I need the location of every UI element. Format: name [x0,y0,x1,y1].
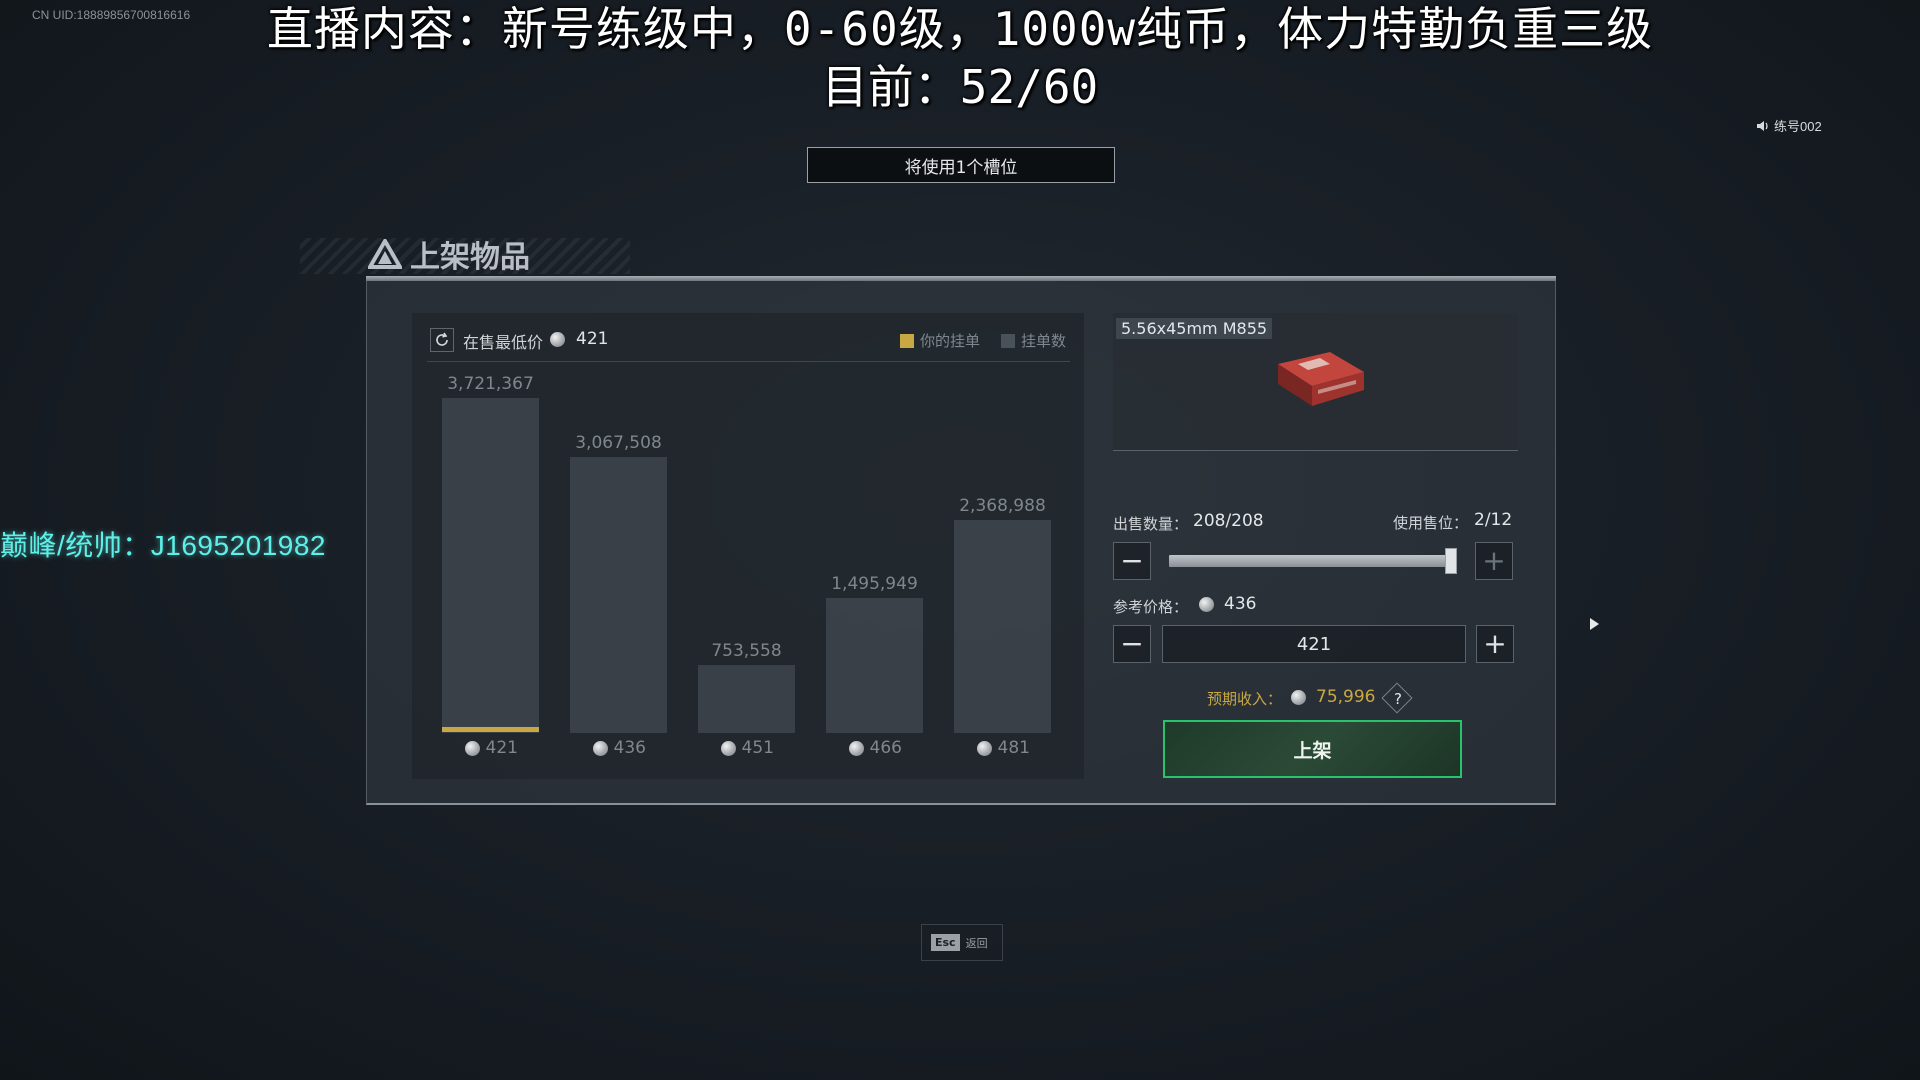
refresh-button[interactable] [430,328,454,352]
esc-key-badge: Esc [931,934,960,951]
coin-icon [464,740,480,756]
refresh-icon [436,332,448,346]
ref-price-value: 436 [1224,594,1257,614]
panel-header: 上架物品 [368,232,530,276]
side-overlay-text: 巅峰/统帅：J1695201982 [0,530,327,561]
category-value: 451 [741,738,774,758]
chart-bar [826,598,923,733]
coin-icon [848,740,864,756]
ammo-box-image [1278,352,1364,406]
slots-value: 2/12 [1474,510,1513,530]
price-input[interactable]: 421 [1162,625,1466,663]
list-button-label: 上架 [1293,739,1332,762]
chart-bar [442,398,539,733]
ref-price-label: 参考价格： [1113,598,1189,616]
category-value: 436 [613,738,646,758]
sell-qty-value: 208/208 [1193,511,1264,531]
qty-decrease-button[interactable]: − [1113,542,1151,580]
legend-listing-count-label: 挂单数 [1021,332,1067,350]
category-tick-label: 451 [720,738,774,758]
plus-icon: + [1482,544,1506,577]
legend-swatch-count [1001,333,1015,348]
chart-bar [570,457,667,733]
voice-label: 练号002 [1774,119,1822,134]
chart-bar [954,520,1051,733]
category-tick-label: 421 [464,738,518,758]
lowest-price-value: 421 [576,329,609,349]
minus-icon: − [1120,544,1144,577]
mouse-cursor-icon [1590,618,1599,630]
plus-icon: + [1483,627,1507,660]
legend-your-listing-label: 你的挂单 [920,332,981,350]
coin-icon [592,740,608,756]
chart-bar [698,665,795,733]
help-question-mark[interactable]: ? [1387,688,1409,710]
stream-title-line1: 直播内容：新号练级中，0-60级，1000w纯币，体力特勤负重三级 [266,2,1654,56]
legend-your-listing: 你的挂单 [900,330,980,351]
expected-income-value: 75,996 [1316,687,1376,707]
bar-value-label: 753,558 [711,641,782,661]
qty-slider-handle[interactable] [1445,548,1457,574]
category-tick-label: 436 [592,738,646,758]
bar-value-label: 2,368,988 [959,496,1046,516]
stream-title-line2: 目前：52/60 [821,60,1099,114]
back-label: 返回 [965,936,988,950]
price-increase-button[interactable]: + [1476,625,1514,663]
bar-value-label: 3,721,367 [447,374,534,394]
item-name: 5.56x45mm M855 [1116,318,1273,339]
qty-increase-button[interactable]: + [1475,542,1513,580]
voice-indicator: 练号002 [1756,116,1822,135]
coin-icon [720,740,736,756]
qty-slider[interactable] [1169,555,1457,567]
category-value: 481 [997,738,1030,758]
expected-income-label: 预期收入： [1207,690,1283,708]
coin-icon [976,740,992,756]
category-tick-label: 466 [848,738,902,758]
panel-title: 上架物品 [410,240,530,275]
price-decrease-button[interactable]: − [1113,625,1151,663]
back-button[interactable]: Esc 返回 [921,924,1003,961]
category-value: 466 [869,738,902,758]
bar-value-label: 3,067,508 [575,433,662,453]
legend-listing-count: 挂单数 [1001,330,1066,351]
sell-qty-label: 出售数量： [1113,515,1189,533]
bar-value-label: 1,495,949 [831,574,918,594]
category-tick-label: 481 [976,738,1030,758]
coin-icon [550,332,565,347]
slot-usage-banner: 将使用1个槽位 [807,147,1115,183]
delta-logo-icon [368,239,402,269]
category-value: 421 [485,738,518,758]
speaker-icon [1757,120,1768,131]
slots-label: 使用售位： [1393,514,1469,532]
list-item-button[interactable]: 上架 [1163,720,1462,778]
lowest-price-label: 在售最低价 [463,333,544,352]
coin-icon [1291,690,1306,705]
minus-icon: − [1120,627,1144,660]
your-listing-marker [442,727,539,732]
legend-swatch-yours [900,333,914,348]
coin-icon [1199,597,1214,612]
